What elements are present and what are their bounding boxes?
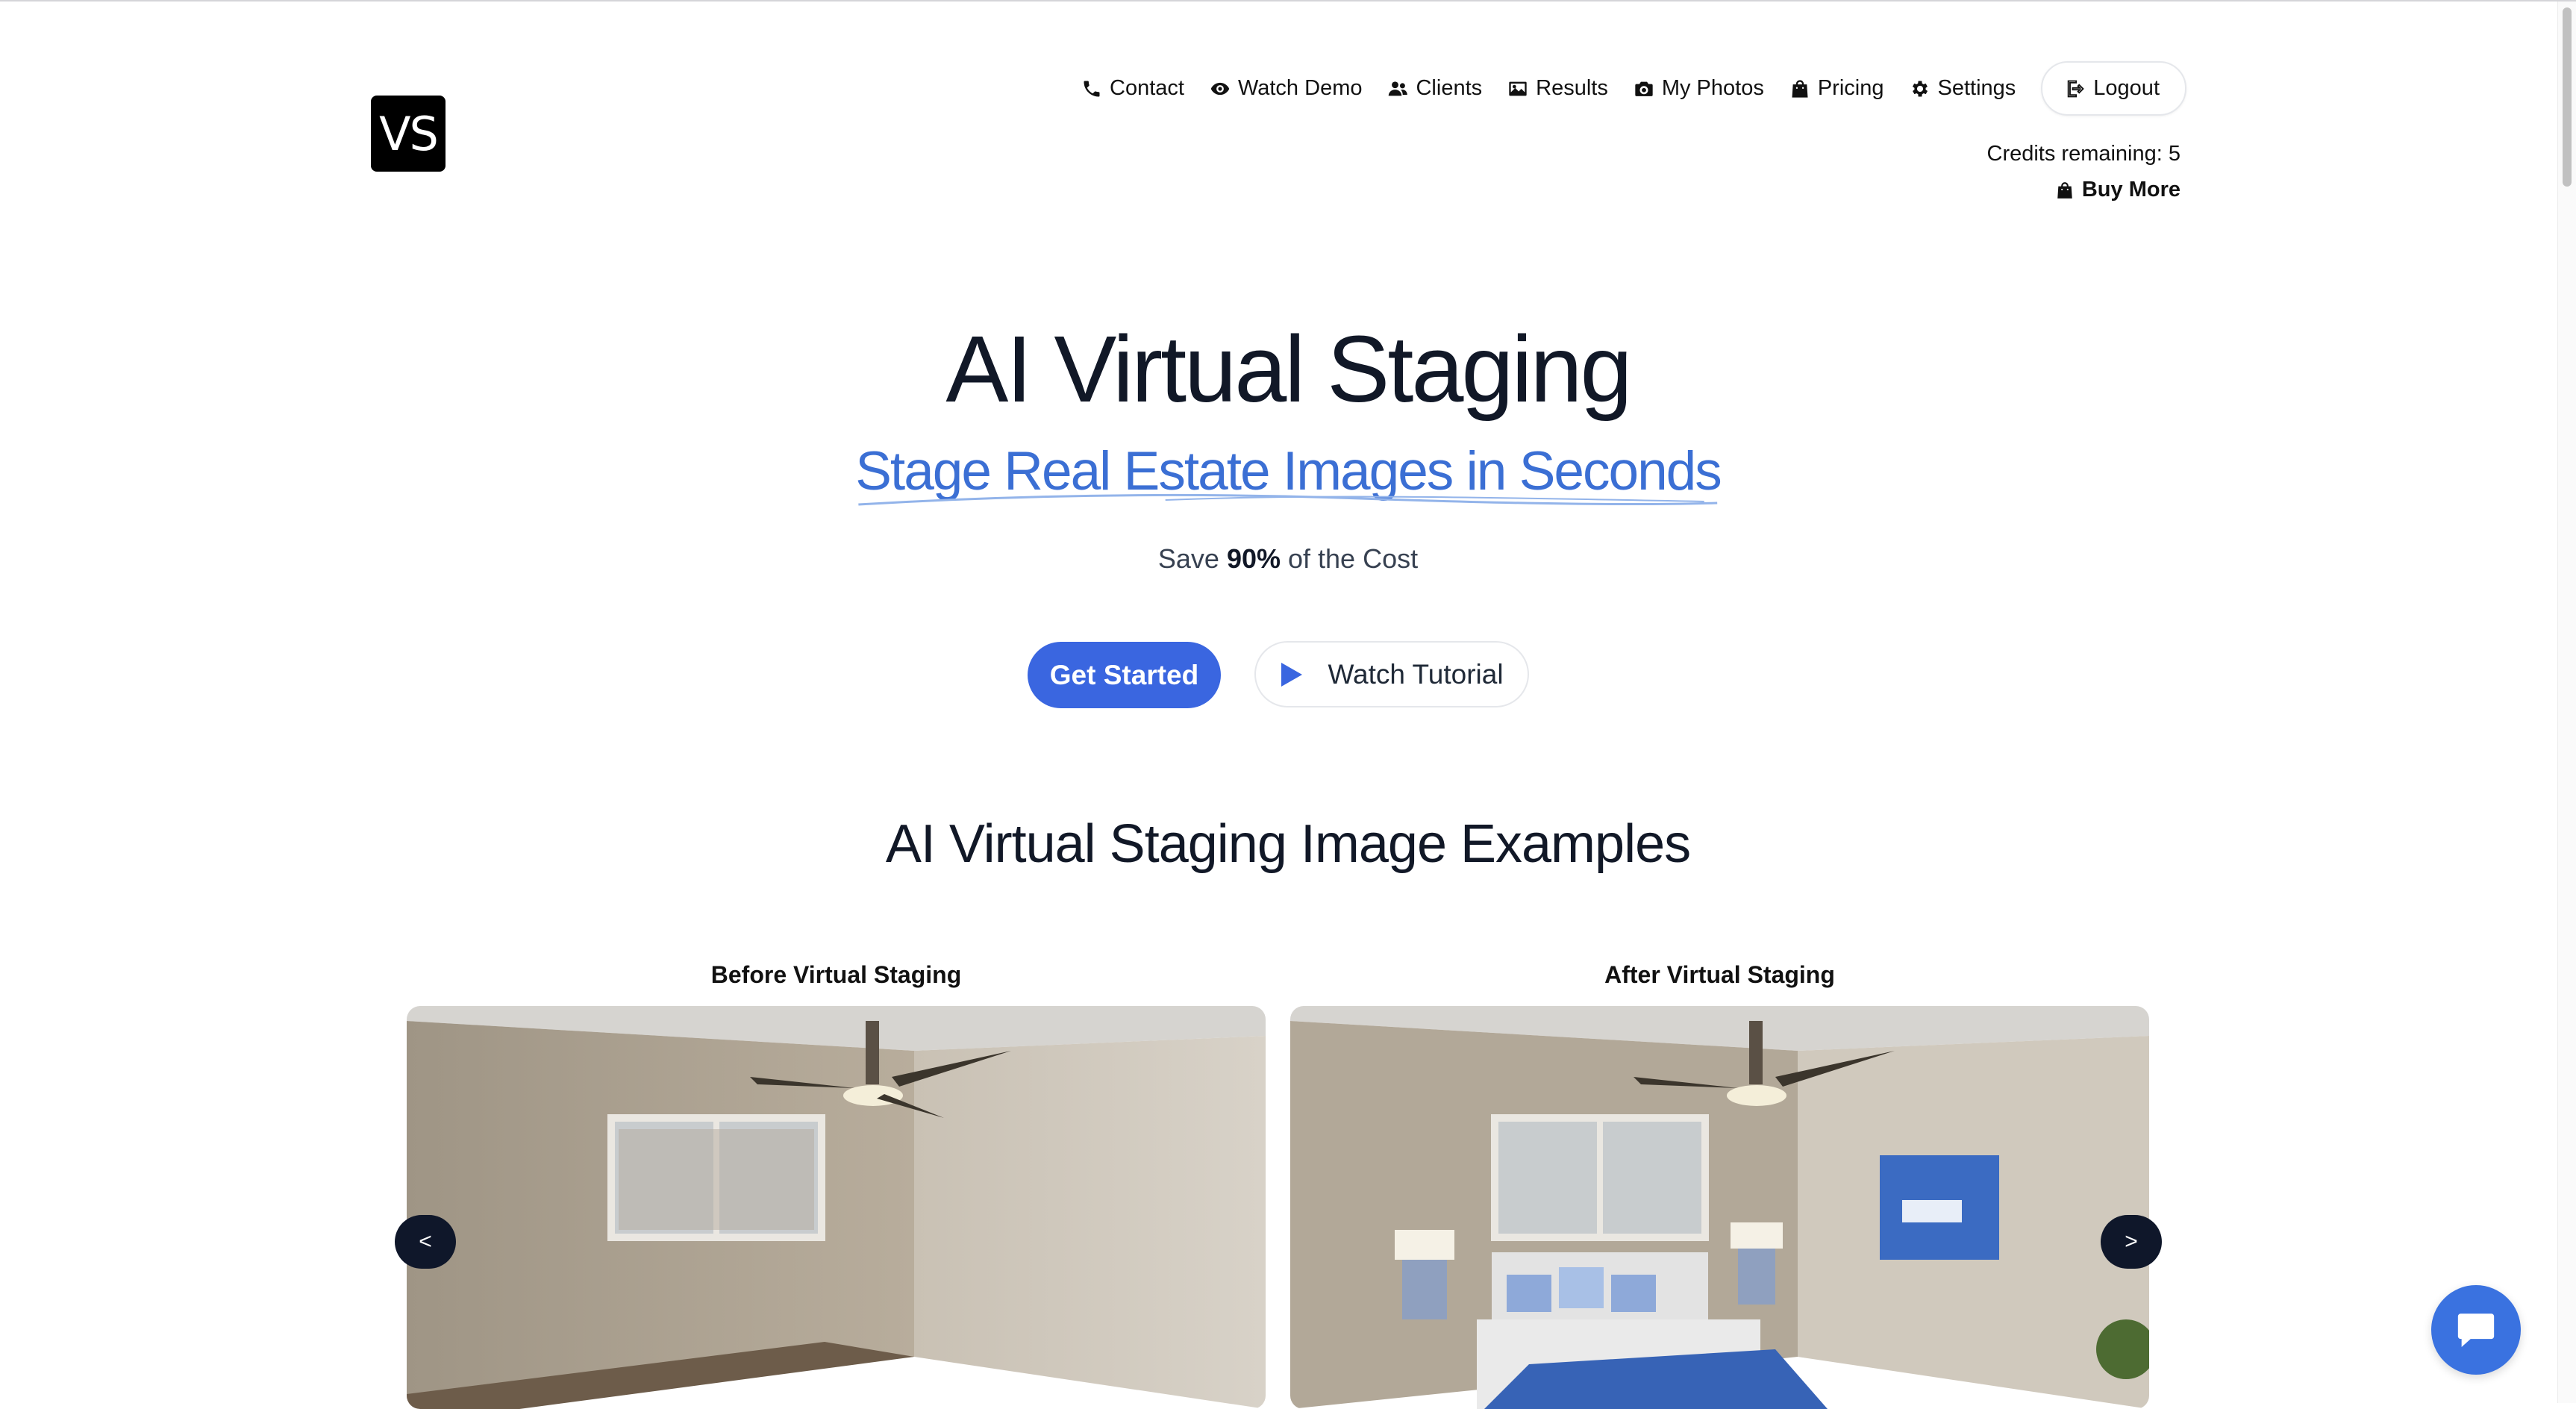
staged-room-illustration	[1290, 1006, 2149, 1409]
play-icon	[1281, 662, 1303, 687]
save-prefix: Save	[1157, 543, 1227, 574]
logout-label: Logout	[2093, 76, 2160, 100]
hero-subtitle-wrap: Stage Real Estate Images in Seconds	[0, 440, 2576, 506]
gear-icon	[1912, 81, 1928, 96]
top-nav: Contact Watch Demo Clients Results My Ph…	[1081, 61, 2186, 116]
get-started-label: Get Started	[1049, 659, 1199, 690]
nav-clients-label: Clients	[1416, 76, 1483, 100]
chat-button[interactable]	[2431, 1285, 2521, 1375]
nav-my-photos-label: My Photos	[1661, 76, 1764, 100]
scrollbar-thumb[interactable]	[2563, 7, 2572, 187]
logout-button[interactable]: Logout	[2041, 61, 2186, 116]
nav-watch-demo-label: Watch Demo	[1237, 76, 1363, 100]
chat-icon	[2457, 1313, 2495, 1347]
save-suffix: of the Cost	[1281, 543, 1419, 574]
buy-more-label: Buy More	[2081, 178, 2180, 201]
empty-room-illustration	[407, 1006, 1266, 1409]
nav-my-photos[interactable]: My Photos	[1634, 76, 1764, 101]
carousel-prev-button[interactable]: <	[395, 1215, 456, 1269]
image-icon	[1509, 81, 1527, 96]
save-percent: 90%	[1226, 543, 1281, 574]
before-image	[407, 1006, 1266, 1409]
logo[interactable]: VS	[371, 96, 446, 172]
nav-results-label: Results	[1536, 76, 1608, 100]
hero-title: AI Virtual Staging	[945, 316, 1632, 422]
nav-pricing[interactable]: Pricing	[1789, 76, 1884, 101]
shopping-bag-icon	[1792, 79, 1808, 98]
eye-icon	[1210, 82, 1230, 95]
credits-remaining: Credits remaining: 5	[1986, 142, 2181, 166]
watch-tutorial-label: Watch Tutorial	[1328, 658, 1504, 690]
phone-icon	[1084, 81, 1100, 96]
nav-settings-label: Settings	[1937, 76, 2016, 100]
nav-watch-demo[interactable]: Watch Demo	[1210, 76, 1363, 101]
buy-more-link[interactable]: Buy More	[2055, 178, 2180, 202]
logout-icon	[2068, 80, 2085, 97]
nav-contact[interactable]: Contact	[1081, 76, 1184, 101]
nav-settings[interactable]: Settings	[1910, 76, 2016, 101]
get-started-button[interactable]: Get Started	[1028, 642, 1221, 708]
save-text: Save 90% of the Cost	[0, 543, 2576, 575]
underline-scribble	[858, 493, 1718, 506]
nav-results[interactable]: Results	[1507, 76, 1608, 101]
nav-contact-label: Contact	[1110, 76, 1184, 100]
before-caption: Before Virtual Staging	[710, 961, 962, 988]
shopping-bag-icon	[2057, 181, 2072, 199]
camera-icon	[1635, 81, 1653, 96]
page-scrollbar[interactable]	[2557, 1, 2576, 1403]
examples-title: AI Virtual Staging Image Examples	[885, 814, 1691, 874]
logo-text: VS	[379, 106, 439, 161]
after-image	[1290, 1006, 2149, 1409]
after-caption: After Virtual Staging	[1604, 961, 1835, 988]
nav-clients[interactable]: Clients	[1387, 76, 1482, 101]
hero-subtitle: Stage Real Estate Images in Seconds	[855, 440, 1722, 506]
nav-pricing-label: Pricing	[1817, 76, 1884, 100]
carousel-next-button[interactable]: >	[2101, 1215, 2162, 1269]
watch-tutorial-button[interactable]: Watch Tutorial	[1254, 641, 1529, 707]
users-icon	[1389, 81, 1408, 96]
